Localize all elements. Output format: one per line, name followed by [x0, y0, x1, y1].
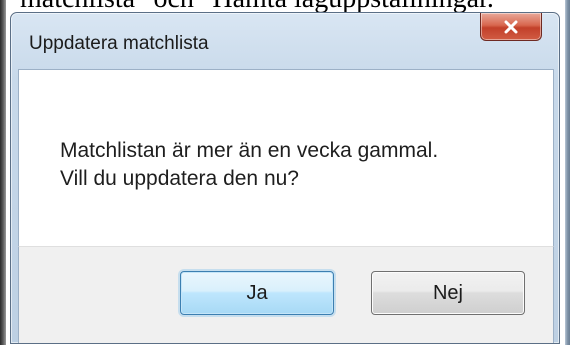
left-window-edge: [0, 0, 6, 345]
close-icon: [503, 20, 519, 34]
dialog-title: Uppdatera matchlista: [29, 33, 209, 54]
yes-button[interactable]: Ja: [180, 271, 334, 315]
update-matchlist-dialog: Uppdatera matchlista Matchlistan är mer …: [10, 12, 560, 344]
dialog-button-bar: Ja Nej: [18, 246, 554, 343]
right-window-edge: [565, 0, 570, 345]
close-button[interactable]: [480, 13, 542, 41]
message-line-1: Matchlistan är mer än en vecka gammal.: [60, 139, 439, 162]
dialog-titlebar[interactable]: Uppdatera matchlista: [11, 13, 559, 69]
no-button[interactable]: Nej: [371, 271, 525, 315]
dialog-content: Matchlistan är mer än en vecka gammal. V…: [18, 69, 554, 247]
dialog-message: Matchlistan är mer än en vecka gammal. V…: [60, 137, 438, 193]
message-line-2: Vill du uppdatera den nu?: [60, 167, 299, 190]
